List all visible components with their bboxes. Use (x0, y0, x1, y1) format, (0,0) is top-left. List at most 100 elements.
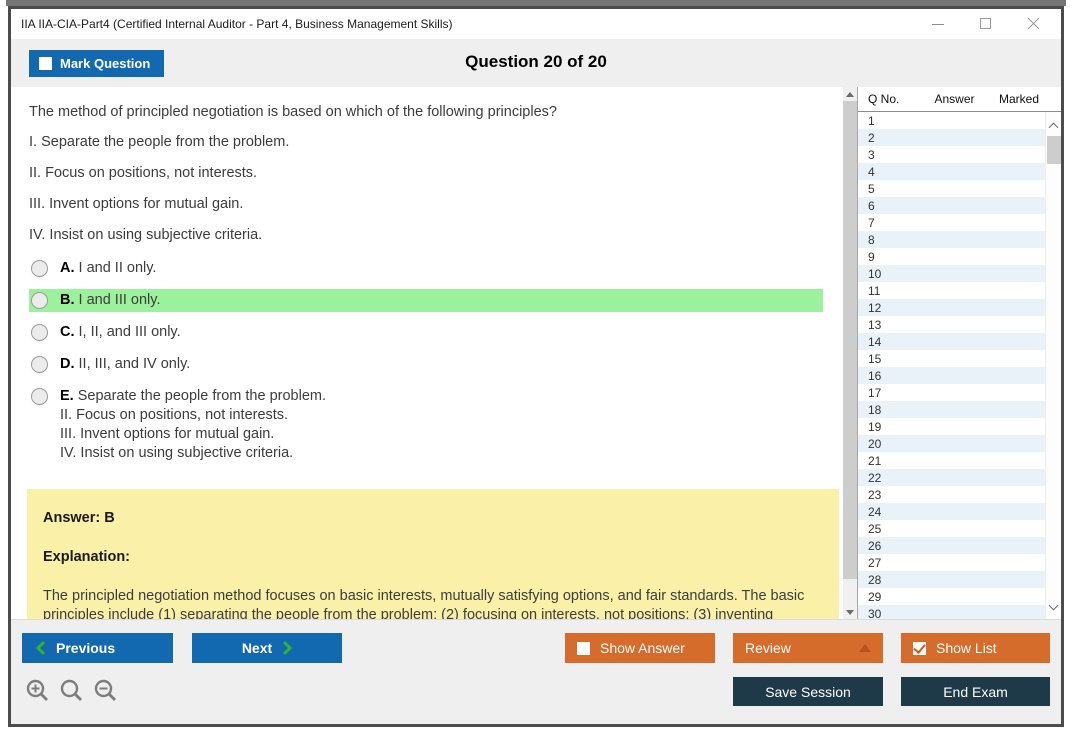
option-text: B. I and III only. (60, 292, 161, 308)
radio-button[interactable] (31, 388, 48, 405)
explanation-text: The principled negotiation method focuse… (43, 588, 805, 619)
next-label: Next (241, 640, 273, 656)
answer-explanation-box: Answer: B Explanation: The principled ne… (27, 489, 839, 619)
question-list-row-17[interactable]: 17 (858, 384, 1045, 401)
save-session-label: Save Session (765, 683, 851, 700)
question-list-row-22[interactable]: 22 (858, 469, 1045, 486)
scroll-down-icon[interactable] (843, 605, 857, 619)
show-list-button[interactable]: Show List (901, 633, 1050, 663)
show-list-label: Show List (936, 640, 997, 656)
answer-option-d[interactable]: D. II, III, and IV only. (29, 353, 823, 376)
window-title: IIA IIA-CIA-Part4 (Certified Internal Au… (21, 17, 453, 31)
question-list-row-26[interactable]: 26 (858, 537, 1045, 554)
question-list-row-23[interactable]: 23 (858, 486, 1045, 503)
minimize-icon[interactable] (931, 17, 945, 31)
question-statement: IV. Insist on using subjective criteria. (29, 227, 263, 243)
show-answer-label: Show Answer (600, 640, 685, 656)
chevron-right-icon (283, 640, 293, 656)
next-button[interactable]: Next (192, 633, 342, 663)
question-scrollbar-thumb[interactable] (843, 101, 857, 579)
option-text: C. I, II, and III only. (60, 324, 181, 340)
question-list-row-30[interactable]: 30 (858, 605, 1045, 619)
question-list-panel: Q No. Answer Marked 1 2 3 4 5 6 7 8 9 10 11 12 13 14 1… (857, 87, 1061, 619)
show-list-checkbox[interactable] (913, 641, 926, 655)
exam-header: Mark Question Question 20 of 20 (11, 39, 1061, 87)
review-label: Review (745, 640, 791, 656)
maximize-icon[interactable] (979, 17, 993, 31)
window-controls (931, 17, 1061, 31)
question-list-row-20[interactable]: 20 (858, 435, 1045, 452)
question-area: The method of principled negotiation is … (11, 87, 843, 619)
question-list-row-12[interactable]: 12 (858, 299, 1045, 316)
question-list-row-7[interactable]: 7 (858, 214, 1045, 231)
answer-option-c[interactable]: C. I, II, and III only. (29, 321, 823, 344)
question-statement: II. Focus on positions, not interests. (29, 165, 258, 181)
question-list-row-13[interactable]: 13 (858, 316, 1045, 333)
answer-option-a[interactable]: A. I and II only. (29, 257, 823, 280)
show-answer-checkbox[interactable] (577, 641, 590, 655)
previous-button[interactable]: Previous (22, 633, 173, 663)
question-list-row-5[interactable]: 5 (858, 180, 1045, 197)
list-scrollbar-thumb[interactable] (1047, 136, 1061, 164)
explanation-label: Explanation: (43, 549, 131, 565)
app-window: IIA IIA-CIA-Part4 (Certified Internal Au… (8, 6, 1064, 727)
previous-label: Previous (56, 640, 116, 656)
question-list-row-15[interactable]: 15 (858, 350, 1045, 367)
question-list-row-6[interactable]: 6 (858, 197, 1045, 214)
option-text: D. II, III, and IV only. (60, 356, 191, 372)
radio-button[interactable] (31, 260, 48, 277)
question-list-row-29[interactable]: 29 (858, 588, 1045, 605)
question-counter: Question 20 of 20 (465, 52, 607, 71)
question-list-row-4[interactable]: 4 (858, 163, 1045, 180)
title-bar: IIA IIA-CIA-Part4 (Certified Internal Au… (11, 9, 1061, 39)
question-list-row-24[interactable]: 24 (858, 503, 1045, 520)
end-exam-button[interactable]: End Exam (901, 677, 1050, 706)
question-list-row-10[interactable]: 10 (858, 265, 1045, 282)
question-list-row-11[interactable]: 11 (858, 282, 1045, 299)
close-icon[interactable] (1027, 17, 1041, 31)
end-exam-label: End Exam (943, 683, 1008, 700)
save-session-button[interactable]: Save Session (733, 677, 883, 706)
chevron-left-icon (36, 640, 46, 656)
question-list-row-18[interactable]: 18 (858, 401, 1045, 418)
question-list-row-19[interactable]: 19 (858, 418, 1045, 435)
question-list-row-3[interactable]: 3 (858, 146, 1045, 163)
column-header-marked: Marked (999, 92, 1040, 106)
question-list-row-1[interactable]: 1 (858, 112, 1045, 129)
scroll-up-icon[interactable] (843, 87, 857, 101)
question-scrollbar[interactable] (843, 87, 857, 619)
question-list-header: Q No. Answer Marked (858, 87, 1061, 112)
question-statement: I. Separate the people from the problem. (29, 134, 290, 150)
question-list-row-25[interactable]: 25 (858, 520, 1045, 537)
question-stem: The method of principled negotiation is … (29, 104, 557, 120)
magnifier-icon[interactable] (59, 678, 84, 703)
radio-button[interactable] (31, 356, 48, 373)
zoom-in-icon[interactable] (25, 678, 50, 703)
question-list-row-9[interactable]: 9 (858, 248, 1045, 265)
show-answer-button[interactable]: Show Answer (565, 633, 715, 663)
triangle-up-icon (859, 644, 871, 652)
question-list-row-8[interactable]: 8 (858, 231, 1045, 248)
question-list-row-28[interactable]: 28 (858, 571, 1045, 588)
column-header-qno: Q No. (868, 92, 900, 106)
zoom-controls (25, 678, 118, 703)
question-list-row-21[interactable]: 21 (858, 452, 1045, 469)
column-header-answer: Answer (934, 92, 975, 106)
radio-button[interactable] (31, 324, 48, 341)
question-list-row-2[interactable]: 2 (858, 129, 1045, 146)
option-text: E. Separate the people from the problem.… (60, 388, 326, 461)
review-button[interactable]: Review (733, 633, 883, 663)
answer-label: Answer: B (43, 510, 115, 526)
answer-option-e[interactable]: E. Separate the people from the problem.… (29, 385, 823, 465)
question-list-scrollbar[interactable] (1045, 112, 1061, 619)
list-scroll-up-icon[interactable] (1048, 122, 1059, 133)
question-list-rows: 1 2 3 4 5 6 7 8 9 10 11 12 13 14 15 16 17 18 19 20 21 22 23 24 2… (858, 112, 1045, 619)
question-list-row-27[interactable]: 27 (858, 554, 1045, 571)
question-list-row-14[interactable]: 14 (858, 333, 1045, 350)
question-list-row-16[interactable]: 16 (858, 367, 1045, 384)
zoom-out-icon[interactable] (93, 678, 118, 703)
question-statement: III. Invent options for mutual gain. (29, 196, 244, 212)
answer-option-b[interactable]: B. I and III only. (29, 289, 823, 312)
list-scroll-down-icon[interactable] (1048, 600, 1059, 611)
radio-button[interactable] (31, 292, 48, 309)
